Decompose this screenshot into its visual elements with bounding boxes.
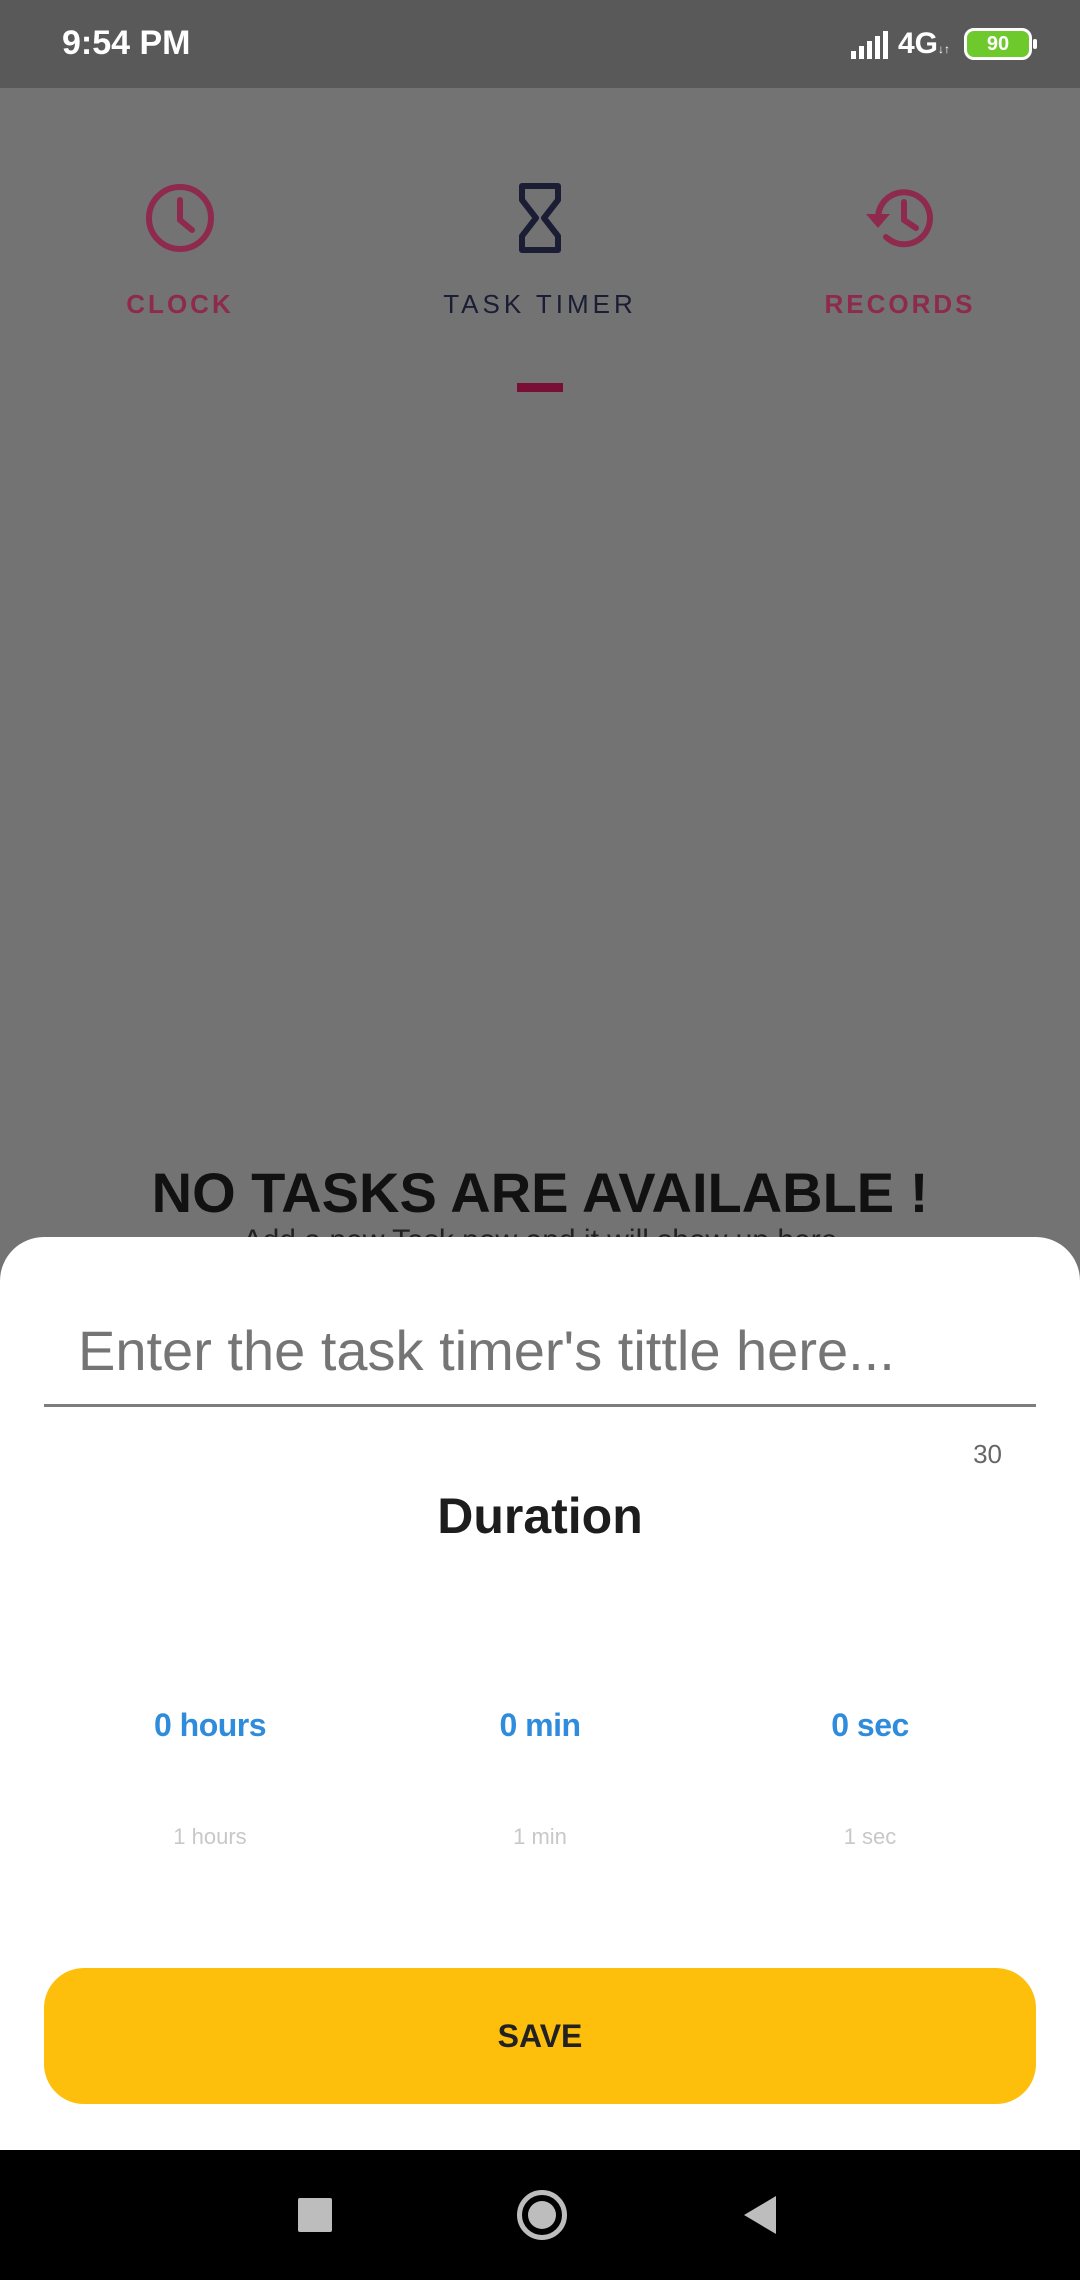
home-icon[interactable]	[517, 2190, 567, 2240]
tab-task-timer[interactable]: TASK TIMER	[360, 180, 720, 320]
minutes-selected[interactable]: 0 min	[370, 1707, 710, 1744]
network-type: 4G↓↑	[897, 27, 950, 60]
status-bar: 9:54 PM 4G↓↑ 90	[0, 0, 1080, 88]
hourglass-icon	[519, 183, 561, 253]
system-nav-bar	[0, 2150, 1080, 2280]
hours-selected[interactable]: 0 hours	[40, 1707, 380, 1744]
back-icon[interactable]	[744, 2196, 776, 2234]
seconds-next-option[interactable]: 1 sec	[700, 1824, 1040, 1850]
minutes-next-option[interactable]: 1 min	[370, 1824, 710, 1850]
seconds-selected[interactable]: 0 sec	[700, 1707, 1040, 1744]
recent-apps-icon[interactable]	[298, 2198, 332, 2232]
char-counter: 30	[973, 1439, 1002, 1469]
tab-clock-label: CLOCK	[126, 289, 234, 319]
battery-level: 90	[986, 32, 1010, 55]
tab-records-label: RECORDS	[824, 289, 976, 319]
status-time: 9:54 PM	[62, 24, 191, 62]
hours-picker[interactable]: 0 hours 1 hours	[40, 1707, 380, 1850]
tab-bar: CLOCK TASK TIMER RECORDS	[0, 180, 1080, 400]
status-icons: 4G↓↑ 90	[850, 24, 1037, 64]
tab-task-timer-label: TASK TIMER	[443, 289, 637, 319]
history-icon	[866, 189, 933, 248]
tab-records[interactable]: RECORDS	[720, 180, 1080, 320]
hours-next-option[interactable]: 1 hours	[40, 1824, 380, 1850]
seconds-picker[interactable]: 0 sec 1 sec	[700, 1707, 1040, 1850]
signal-icon	[850, 29, 888, 59]
tab-clock[interactable]: CLOCK	[0, 180, 360, 320]
tab-indicator	[517, 383, 563, 392]
clock-icon	[146, 184, 214, 252]
task-title-input[interactable]	[44, 1297, 1036, 1407]
duration-title: Duration	[437, 1488, 643, 1544]
save-button[interactable]: SAVE	[44, 1968, 1036, 2104]
add-task-sheet: 30 Duration 0 hours 1 hours 0 min 1 min …	[0, 1237, 1080, 2150]
empty-state-title: NO TASKS ARE AVAILABLE !	[151, 1161, 929, 1224]
battery-icon: 90	[964, 28, 1037, 60]
minutes-picker[interactable]: 0 min 1 min	[370, 1707, 710, 1850]
